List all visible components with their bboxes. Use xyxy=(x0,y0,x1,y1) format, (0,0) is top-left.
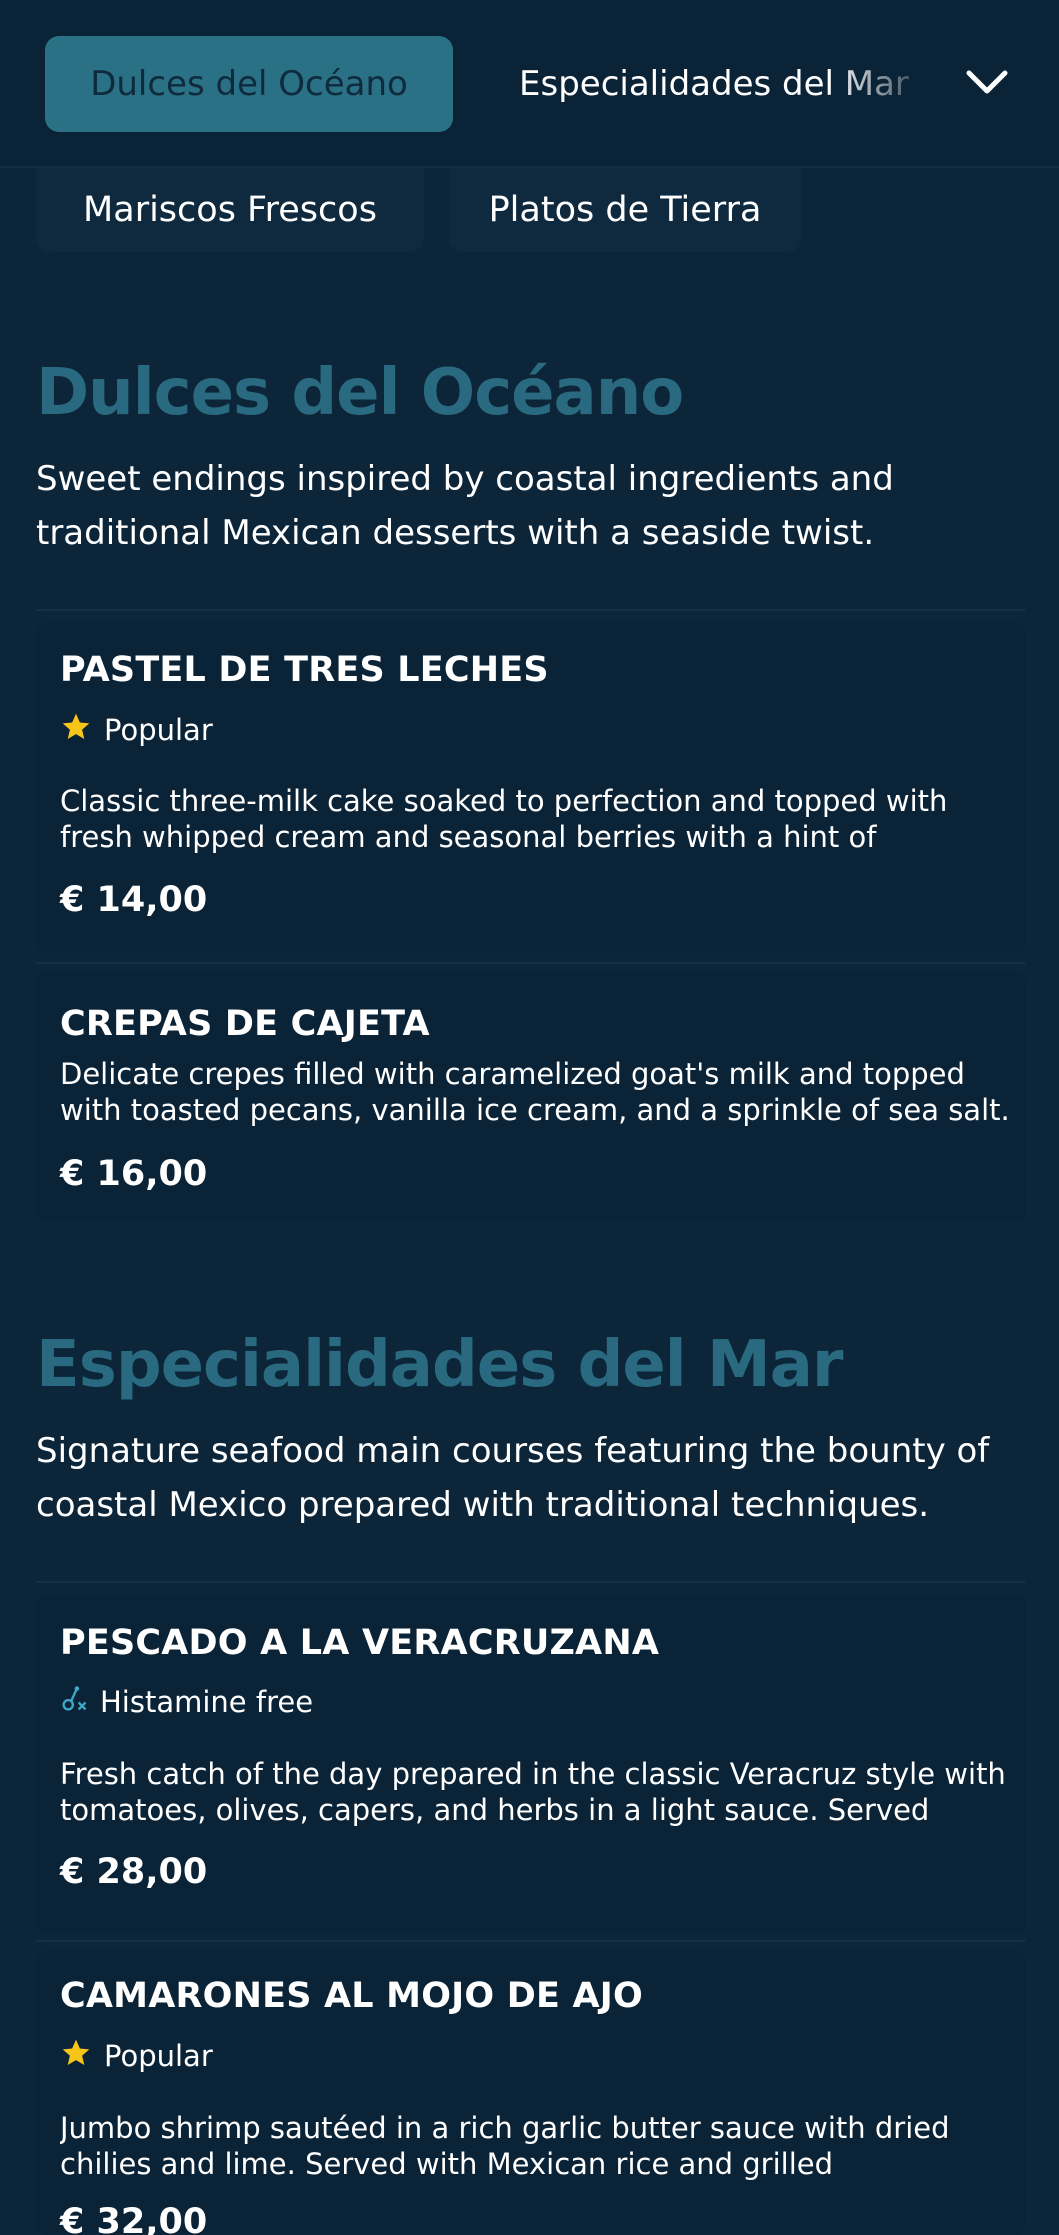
menu-item-description: Jumbo shrimp sautéed in a rich garlic bu… xyxy=(60,2111,950,2181)
star-icon xyxy=(60,711,92,750)
section-divider xyxy=(36,1581,1026,1583)
menu-item-description: Delicate crepes filled with caramelized … xyxy=(60,1057,1010,1127)
popular-badge: Popular xyxy=(60,712,213,748)
section-description: Sweet endings inspired by coastal ingred… xyxy=(36,459,894,553)
tab-dulces-del-oceano[interactable]: Dulces del Océano xyxy=(45,36,453,132)
item-divider xyxy=(36,962,1026,964)
menu-item-description: Fresh catch of the day prepared in the c… xyxy=(60,1757,1006,1827)
menu-item-name: PASTEL DE TRES LECHES xyxy=(60,650,549,690)
menu-item-description: Classic three-milk cake soaked to perfec… xyxy=(60,784,948,854)
menu-item-price: € 14,00 xyxy=(60,880,208,920)
menu-item-name: CAMARONES AL MOJO DE AJO xyxy=(60,1976,643,2016)
badge-label: Histamine free xyxy=(100,1685,314,1719)
menu-item-name: CREPAS DE CAJETA xyxy=(60,1004,430,1044)
menu-item-price: € 32,00 xyxy=(60,2202,208,2235)
badge-label: Popular xyxy=(104,2039,213,2073)
category-tab-bar: Dulces del Océano Especialidades del Mar xyxy=(0,0,1059,168)
section-divider xyxy=(36,609,1026,611)
histamine-free-badge: Histamine free xyxy=(60,1684,313,1720)
popular-badge: Popular xyxy=(60,2038,213,2074)
menu-page: Dulces del Océano Especialidades del Mar… xyxy=(0,0,1059,2235)
menu-item-name: PESCADO A LA VERACRUZANA xyxy=(60,1623,660,1663)
tab-mariscos-frescos[interactable]: Mariscos Frescos xyxy=(36,168,424,252)
section-title: Especialidades del Mar xyxy=(36,1328,843,1402)
chevron-down-icon[interactable] xyxy=(960,58,1014,108)
item-divider xyxy=(36,1940,1026,1942)
badge-label: Popular xyxy=(104,713,213,747)
menu-item-price: € 16,00 xyxy=(60,1154,208,1194)
histamine-free-icon xyxy=(60,1684,88,1721)
tab-platos-de-tierra[interactable]: Platos de Tierra xyxy=(449,168,801,252)
section-description: Signature seafood main courses featuring… xyxy=(36,1431,990,1525)
menu-item-price: € 28,00 xyxy=(60,1852,208,1892)
star-icon xyxy=(60,2037,92,2076)
tab-overflow-fade xyxy=(830,40,930,128)
section-title: Dulces del Océano xyxy=(36,356,684,430)
